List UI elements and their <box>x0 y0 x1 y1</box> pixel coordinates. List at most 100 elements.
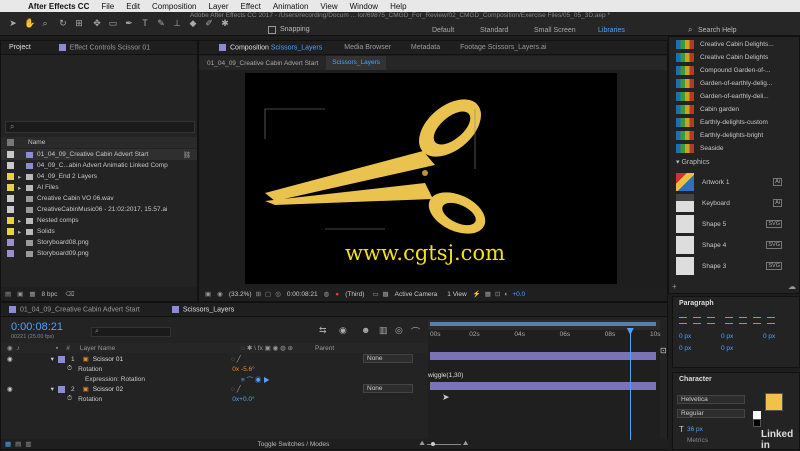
pen-tool-icon[interactable]: ✒ <box>124 18 134 28</box>
visibility-eye-icon[interactable]: ◉ <box>7 355 13 363</box>
library-graphic[interactable]: Keyboard Ai <box>676 193 794 213</box>
transfer-controls-icon[interactable]: ▤ <box>15 440 21 448</box>
graphics-section[interactable]: ▾ Graphics <box>676 158 709 166</box>
workspace-small-screen[interactable]: Small Screen <box>534 27 576 34</box>
current-time-display[interactable]: 0:00:08:21 <box>11 321 63 333</box>
workspace-default[interactable]: Default <box>432 27 454 34</box>
kerning-dropdown[interactable]: Metrics <box>687 437 708 444</box>
layer-label-swatch[interactable] <box>57 355 65 363</box>
layer-name[interactable]: Scissor 02 <box>93 386 123 393</box>
project-item[interactable]: 04_09_C...abin Advert Animatic Linked Co… <box>1 160 197 171</box>
parent-dropdown-2[interactable]: None <box>363 384 413 393</box>
puppet-tool-icon[interactable]: ✱ <box>220 18 230 28</box>
library-color-theme[interactable]: Creative Cabin Delights... <box>676 38 774 50</box>
label-swatch[interactable] <box>7 162 14 169</box>
clone-tool-icon[interactable]: ⊥ <box>172 18 182 28</box>
pan-behind-tool-icon[interactable]: ✥ <box>92 18 102 28</box>
visibility-eye-icon[interactable]: ◉ <box>7 385 13 393</box>
workspace-standard[interactable]: Standard <box>480 27 508 34</box>
timeline-icon[interactable]: ▦ <box>485 290 491 298</box>
justify-right-icon[interactable] <box>753 317 761 324</box>
frame-blending-icon[interactable]: ▥ <box>379 325 388 336</box>
library-graphic[interactable]: Shape 4 SVG <box>676 235 794 255</box>
zoom-slider-handle[interactable] <box>430 441 435 446</box>
chevron-right-icon[interactable]: ▸ <box>18 173 26 181</box>
label-swatch[interactable] <box>7 239 14 246</box>
search-help-input[interactable]: Search Help <box>698 27 737 34</box>
layer-label-swatch[interactable] <box>57 385 65 393</box>
tab-effect-controls[interactable]: Effect Controls Scissor 01 <box>39 43 158 51</box>
layer-name[interactable]: Scissor 01 <box>93 356 123 363</box>
menu-animation[interactable]: Animation <box>267 2 315 11</box>
project-item[interactable]: Storyboard09.png <box>1 248 197 259</box>
font-style-dropdown[interactable]: Regular <box>677 409 745 418</box>
workspace-libraries[interactable]: Libraries <box>598 27 625 34</box>
preview-icon[interactable]: ▣ <box>205 290 211 298</box>
project-item[interactable]: ▸ Nested comps <box>1 215 197 226</box>
library-color-theme[interactable]: Earthly-delights-custom <box>676 116 768 128</box>
white-swatch[interactable] <box>753 411 761 419</box>
graph-editor-icon[interactable]: ⌒ <box>411 325 420 338</box>
zoom-slider[interactable] <box>426 441 461 446</box>
library-color-theme[interactable]: Earthly-delights-bright <box>676 129 763 141</box>
resolution-dropdown[interactable]: (Third) <box>345 291 364 298</box>
roi-icon[interactable]: ▭ <box>372 290 378 298</box>
font-family-dropdown[interactable]: Helvetica <box>677 395 745 404</box>
project-search-input[interactable]: ⌕ <box>5 121 195 133</box>
parent-dropdown-1[interactable]: None <box>363 354 413 363</box>
library-color-theme[interactable]: Compound Garden-of-... <box>676 64 770 76</box>
breadcrumb-scissors[interactable]: Scissors_Layers <box>326 56 386 70</box>
time-ruler[interactable]: 00s 02s 04s 06s 08s 10s <box>428 330 660 342</box>
flowchart-icon[interactable]: ⊡ <box>495 290 500 298</box>
zoom-in-icon[interactable]: ⛰ <box>463 440 468 448</box>
fill-color-swatch[interactable] <box>765 393 783 411</box>
comp-button-icon[interactable]: ⊡ <box>660 346 668 358</box>
indent-first[interactable]: 0 px <box>763 333 775 340</box>
tab-timeline-scissors[interactable]: Scissors_Layers <box>148 305 242 313</box>
in-out-toggle-icon[interactable]: ▥ <box>25 440 31 448</box>
comp-mini-flowchart-icon[interactable]: ⇆ <box>319 325 327 336</box>
menu-file[interactable]: File <box>95 2 120 11</box>
viewer-timecode[interactable]: 0:00:08:21 <box>287 291 318 298</box>
menu-effect[interactable]: Effect <box>235 2 267 11</box>
label-swatch[interactable] <box>7 195 14 202</box>
menu-help[interactable]: Help <box>384 2 412 11</box>
grid-icon[interactable]: ⊞ <box>256 290 261 298</box>
justify-center-icon[interactable] <box>739 317 747 324</box>
tab-timeline-start[interactable]: 01_04_09_Creative Cabin Advert Start <box>1 305 148 313</box>
rectangle-tool-icon[interactable]: ▭ <box>108 18 118 28</box>
stopwatch-icon[interactable]: ⏱ <box>67 395 72 403</box>
snapshot-icon[interactable]: ◍ <box>324 290 330 298</box>
channel-icon[interactable]: ● <box>335 291 339 298</box>
tab-project[interactable]: Project <box>1 44 39 51</box>
project-item[interactable]: Creative Cabin VO 06.wav <box>1 193 197 204</box>
rotation-value-1[interactable]: 0x -5.6° <box>232 366 254 373</box>
flowchart-icon[interactable]: ⛓ <box>183 151 191 159</box>
camera-snapshot-icon[interactable]: ◎ <box>275 290 281 298</box>
project-item[interactable]: ▸ Solids <box>1 226 197 237</box>
delete-icon[interactable]: ⌫ <box>65 290 74 298</box>
library-graphic[interactable]: Shape 5 SVG <box>676 214 794 234</box>
indent-right[interactable]: 0 px <box>721 333 733 340</box>
project-item[interactable]: ▸ AI Files <box>1 182 197 193</box>
layer-bar-2[interactable] <box>430 382 656 390</box>
roto-brush-tool-icon[interactable]: ✐ <box>204 18 214 28</box>
menu-view[interactable]: View <box>314 2 343 11</box>
project-item[interactable]: ▸ 04_09_End 2 Layers <box>1 171 197 182</box>
menu-layer[interactable]: Layer <box>203 2 235 11</box>
align-left-icon[interactable] <box>679 317 687 324</box>
camera-tool-icon[interactable]: ⊞ <box>74 18 84 28</box>
layer-switches-toggle-icon[interactable]: ▦ <box>5 440 11 448</box>
project-item[interactable]: Storyboard08.png <box>1 237 197 248</box>
draft-3d-icon[interactable]: ◉ <box>339 325 347 336</box>
toggle-switches-modes[interactable]: Toggle Switches / Modes <box>257 441 329 448</box>
library-graphic[interactable]: Artwork 1 Ai <box>676 172 794 192</box>
chevron-right-icon[interactable]: ▸ <box>18 228 26 236</box>
tab-media-browser[interactable]: Media Browser <box>330 44 399 51</box>
library-color-theme[interactable]: Cabin garden <box>676 103 739 115</box>
shy-layers-icon[interactable]: ☻ <box>361 325 370 335</box>
rotation-value-2[interactable]: 0x+0.0° <box>232 396 254 403</box>
label-swatch[interactable] <box>7 184 14 191</box>
zoom-tool-icon[interactable]: ⌕ <box>40 18 50 28</box>
justify-all-icon[interactable] <box>767 317 775 324</box>
